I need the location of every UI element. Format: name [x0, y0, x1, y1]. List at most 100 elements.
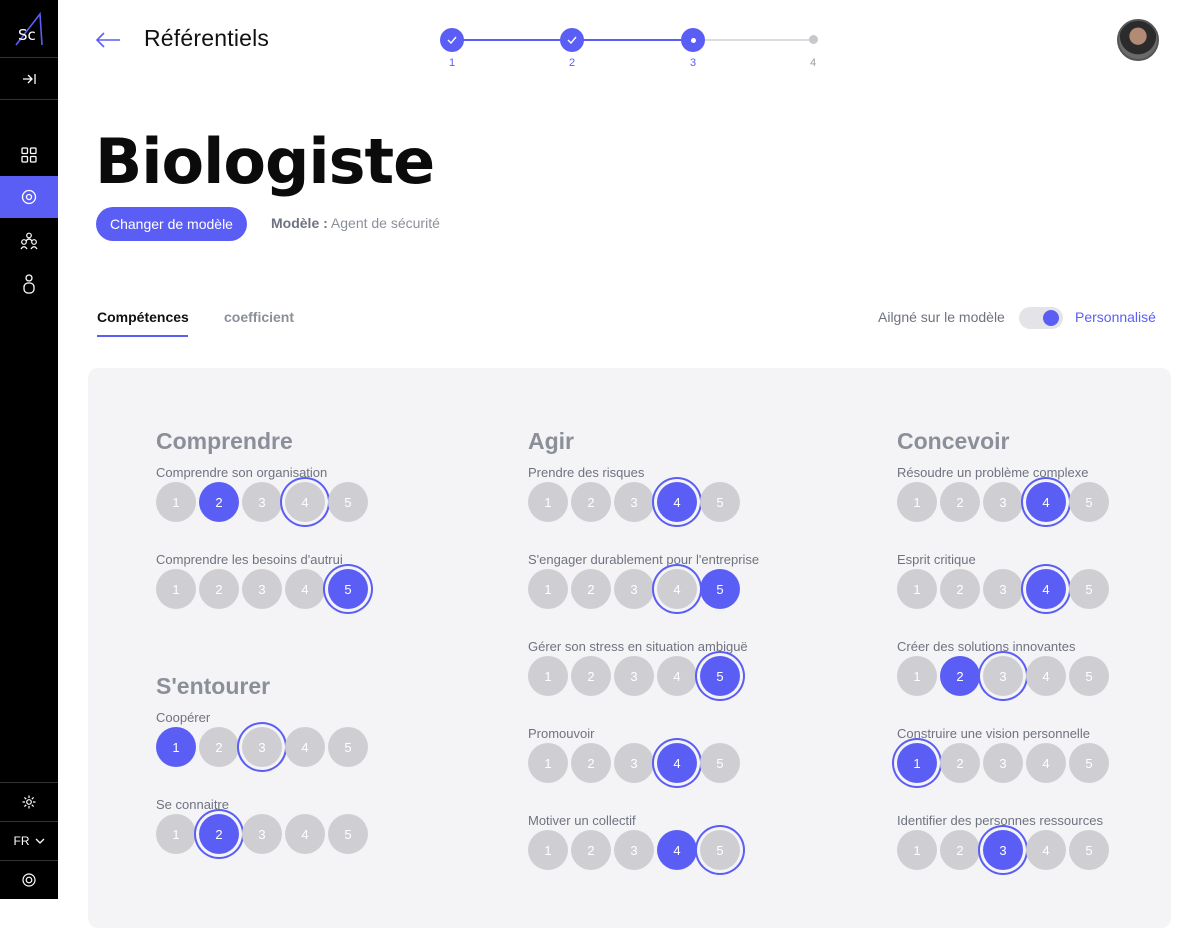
- skill-rating-selector: 12345: [897, 830, 1117, 870]
- rating-option[interactable]: 1: [897, 830, 937, 870]
- rating-option[interactable]: 5: [1069, 482, 1109, 522]
- step-1-done[interactable]: [440, 28, 464, 52]
- rating-option[interactable]: 3: [242, 569, 282, 609]
- rating-option[interactable]: 1: [528, 569, 568, 609]
- rating-option[interactable]: 1: [528, 656, 568, 696]
- rating-option[interactable]: 1: [156, 727, 196, 767]
- rating-option[interactable]: 2: [940, 656, 980, 696]
- tab-coefficient[interactable]: coefficient: [224, 309, 294, 325]
- rating-option[interactable]: 4: [657, 743, 697, 783]
- rating-option[interactable]: 2: [571, 569, 611, 609]
- alignment-toggle[interactable]: [1019, 307, 1063, 329]
- rating-option[interactable]: 5: [1069, 656, 1109, 696]
- rating-option[interactable]: 3: [983, 743, 1023, 783]
- rating-option[interactable]: 4: [1026, 830, 1066, 870]
- rating-option[interactable]: 1: [897, 569, 937, 609]
- rating-option[interactable]: 4: [1026, 656, 1066, 696]
- rating-option[interactable]: 5: [700, 830, 740, 870]
- rating-option[interactable]: 2: [199, 569, 239, 609]
- rating-option[interactable]: 4: [657, 482, 697, 522]
- change-model-button[interactable]: Changer de modèle: [96, 207, 247, 241]
- rating-option[interactable]: 2: [199, 814, 239, 854]
- rating-option[interactable]: 4: [285, 569, 325, 609]
- rating-option[interactable]: 3: [614, 482, 654, 522]
- rating-option[interactable]: 2: [940, 830, 980, 870]
- rating-option[interactable]: 4: [285, 727, 325, 767]
- app-logo[interactable]: Sc: [0, 0, 58, 58]
- current-dot-icon: [690, 37, 696, 43]
- rating-option[interactable]: 2: [571, 656, 611, 696]
- chevron-down-icon: [35, 838, 44, 844]
- step-label: 3: [689, 57, 697, 69]
- job-title: Biologiste: [95, 125, 435, 198]
- rating-option[interactable]: 5: [700, 743, 740, 783]
- rating-option[interactable]: 4: [1026, 743, 1066, 783]
- tab-competences[interactable]: Compétences: [97, 309, 189, 325]
- sidebar-item-profile[interactable]: [0, 263, 58, 305]
- rating-option[interactable]: 4: [657, 830, 697, 870]
- rating-option[interactable]: 5: [1069, 830, 1109, 870]
- rating-option[interactable]: 3: [983, 482, 1023, 522]
- rating-option[interactable]: 3: [614, 656, 654, 696]
- rating-option[interactable]: 3: [242, 727, 282, 767]
- rating-option[interactable]: 3: [983, 569, 1023, 609]
- rating-option[interactable]: 1: [156, 482, 196, 522]
- rating-option[interactable]: 5: [328, 482, 368, 522]
- model-label: Modèle :: [271, 215, 328, 231]
- rating-option[interactable]: 1: [897, 656, 937, 696]
- rating-option[interactable]: 5: [700, 482, 740, 522]
- back-arrow-icon[interactable]: [94, 26, 124, 54]
- rating-option[interactable]: 2: [199, 482, 239, 522]
- rating-option[interactable]: 3: [983, 830, 1023, 870]
- stepper: 1 2 3 4: [438, 28, 838, 78]
- rating-option[interactable]: 2: [940, 482, 980, 522]
- rating-option[interactable]: 3: [983, 656, 1023, 696]
- sidebar-item-referentiels[interactable]: [0, 176, 58, 218]
- rating-option[interactable]: 1: [528, 830, 568, 870]
- rating-option[interactable]: 2: [571, 482, 611, 522]
- rating-option[interactable]: 4: [1026, 569, 1066, 609]
- rating-option[interactable]: 3: [242, 814, 282, 854]
- rating-option[interactable]: 4: [285, 814, 325, 854]
- rating-option[interactable]: 3: [614, 743, 654, 783]
- step-3-current[interactable]: [681, 28, 705, 52]
- rating-option[interactable]: 4: [657, 656, 697, 696]
- rating-option[interactable]: 3: [614, 569, 654, 609]
- person-icon: [23, 274, 35, 294]
- expand-sidebar-button[interactable]: [0, 58, 58, 100]
- rating-option[interactable]: 2: [571, 830, 611, 870]
- user-avatar[interactable]: [1117, 19, 1159, 61]
- step-2-done[interactable]: [560, 28, 584, 52]
- rating-option[interactable]: 3: [242, 482, 282, 522]
- rating-option[interactable]: 1: [528, 482, 568, 522]
- rating-option[interactable]: 1: [156, 569, 196, 609]
- rating-option[interactable]: 3: [614, 830, 654, 870]
- step-4-pending[interactable]: [809, 35, 818, 44]
- language-selector[interactable]: FR: [0, 821, 58, 860]
- step-label: 1: [448, 57, 456, 69]
- settings-button[interactable]: [0, 782, 58, 821]
- rating-option[interactable]: 4: [1026, 482, 1066, 522]
- rating-option[interactable]: 5: [700, 569, 740, 609]
- rating-option[interactable]: 1: [156, 814, 196, 854]
- rating-option[interactable]: 4: [657, 569, 697, 609]
- support-button[interactable]: [0, 860, 58, 899]
- rating-option[interactable]: 5: [1069, 743, 1109, 783]
- rating-option[interactable]: 1: [897, 482, 937, 522]
- rating-option[interactable]: 1: [897, 743, 937, 783]
- rating-option[interactable]: 5: [328, 727, 368, 767]
- skill-label: Comprendre les besoins d'autrui: [156, 552, 343, 567]
- rating-option[interactable]: 5: [328, 569, 368, 609]
- rating-option[interactable]: 2: [940, 743, 980, 783]
- rating-option[interactable]: 4: [285, 482, 325, 522]
- rating-option[interactable]: 2: [571, 743, 611, 783]
- rating-option[interactable]: 2: [940, 569, 980, 609]
- sidebar-item-teams[interactable]: [0, 220, 58, 262]
- skill-rating-selector: 12345: [897, 656, 1117, 696]
- rating-option[interactable]: 5: [1069, 569, 1109, 609]
- rating-option[interactable]: 5: [328, 814, 368, 854]
- rating-option[interactable]: 1: [528, 743, 568, 783]
- rating-option[interactable]: 2: [199, 727, 239, 767]
- rating-option[interactable]: 5: [700, 656, 740, 696]
- sidebar-item-dashboard[interactable]: [0, 134, 58, 176]
